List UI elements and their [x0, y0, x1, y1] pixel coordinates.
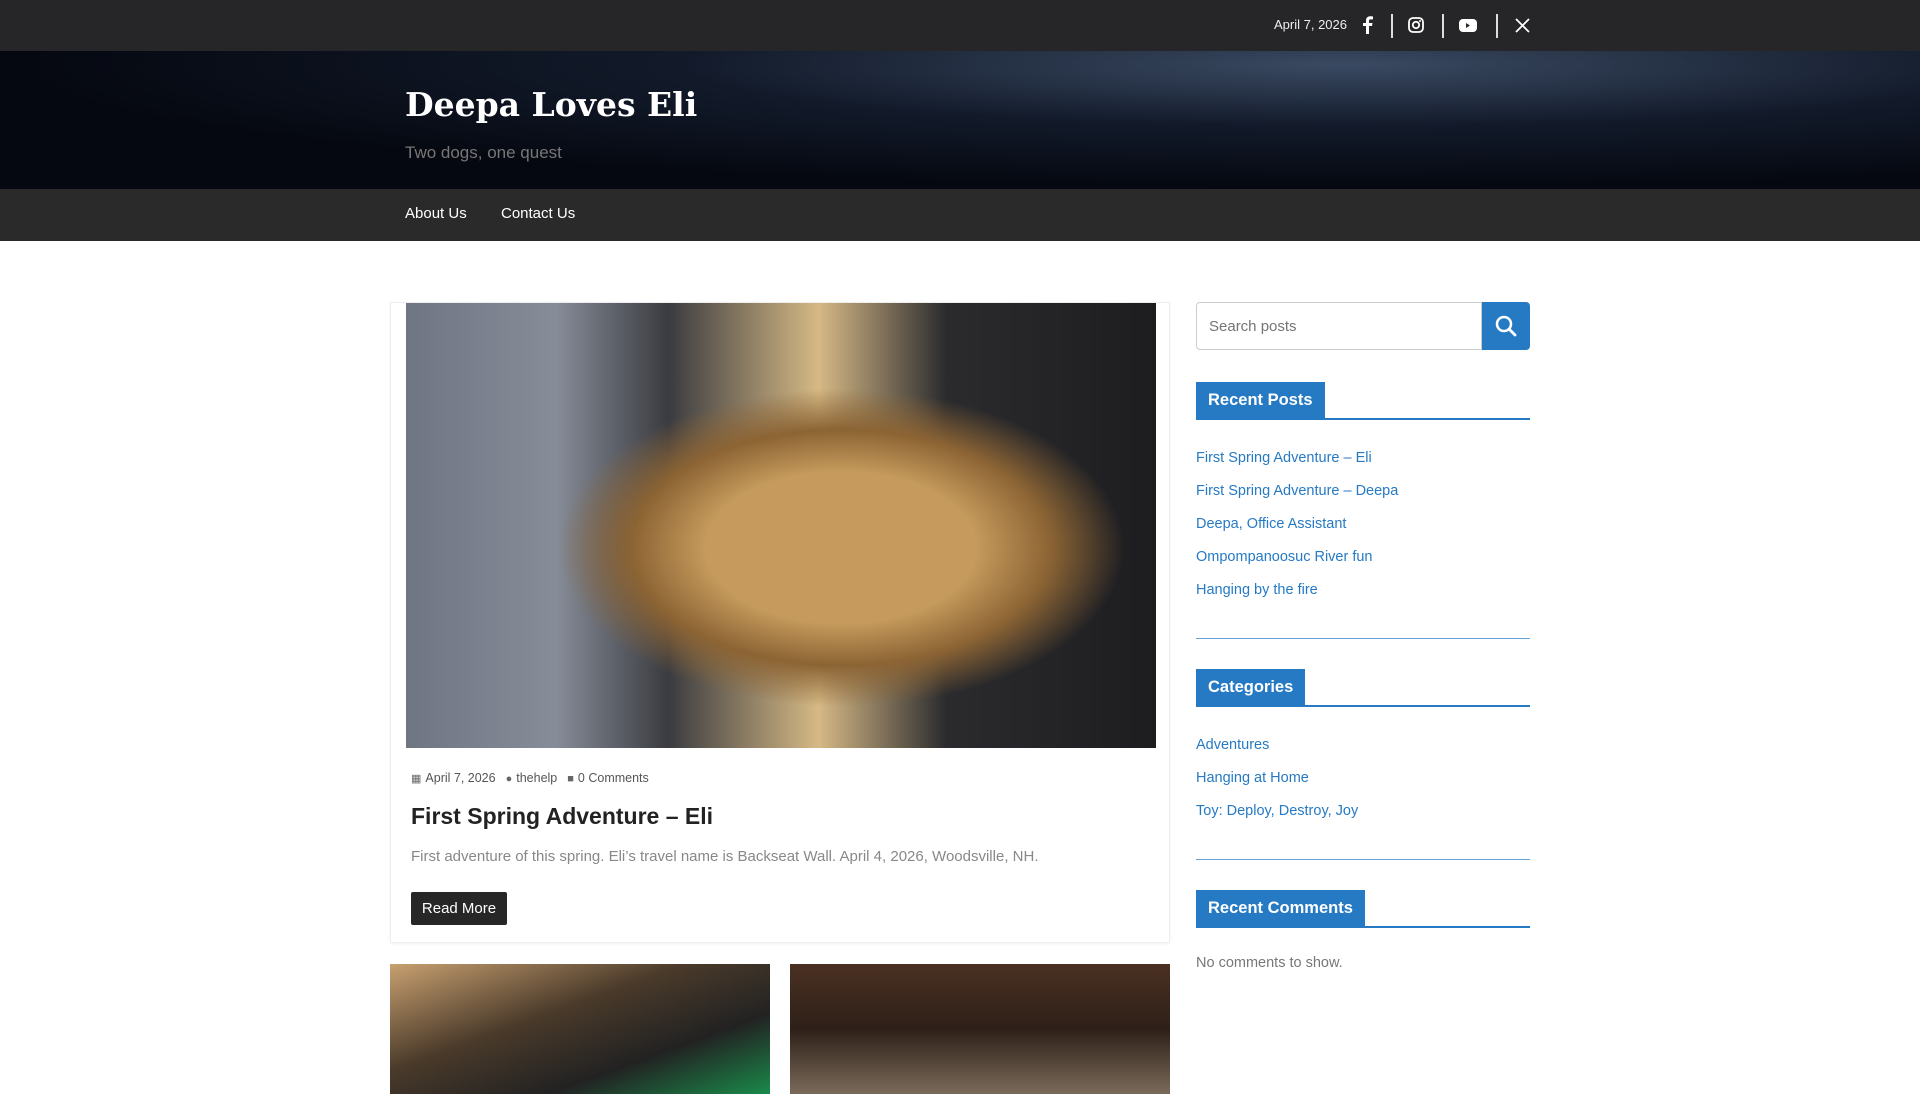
no-comments-text: No comments to show.: [1196, 955, 1343, 971]
widget-title: Recent Comments: [1196, 890, 1365, 926]
post-title[interactable]: First Spring Adventure – Eli: [411, 803, 713, 830]
post-meta: ▦ April 7, 2026 ● thehelp ■ 0 Comments: [411, 771, 649, 785]
post-author-link[interactable]: ● thehelp: [506, 771, 558, 785]
divider: [1442, 14, 1444, 38]
divider: [1496, 14, 1498, 38]
featured-post-card: ▦ April 7, 2026 ● thehelp ■ 0 Comments Firs…: [390, 302, 1170, 943]
post-date: April 7, 2026: [425, 771, 496, 785]
top-bar: April 7, 2026: [0, 0, 1920, 51]
instagram-icon[interactable]: [1405, 14, 1427, 36]
nav-about-us[interactable]: About Us: [405, 205, 467, 222]
search-icon: [1495, 315, 1517, 337]
category-link[interactable]: Toy: Deploy, Destroy, Joy: [1196, 803, 1358, 819]
comment-icon: ■: [567, 773, 574, 785]
site-tagline: Two dogs, one quest: [405, 143, 562, 162]
divider: [1196, 859, 1530, 860]
search-button[interactable]: [1482, 302, 1530, 350]
widget-title: Categories: [1196, 669, 1306, 705]
read-more-button[interactable]: Read More: [411, 892, 507, 925]
x-icon[interactable]: [1511, 14, 1533, 36]
calendar-icon: ▦: [411, 773, 422, 785]
recent-post-link[interactable]: First Spring Adventure – Deepa: [1196, 483, 1398, 499]
category-link[interactable]: Hanging at Home: [1196, 770, 1309, 786]
recent-post-link[interactable]: First Spring Adventure – Eli: [1196, 450, 1372, 466]
nav-contact-us[interactable]: Contact Us: [501, 205, 575, 222]
categories-heading: Categories: [1196, 669, 1530, 707]
recent-post-link[interactable]: Deepa, Office Assistant: [1196, 516, 1346, 532]
recent-post-link[interactable]: Hanging by the fire: [1196, 582, 1318, 598]
post-featured-image[interactable]: [406, 303, 1156, 748]
post-comments: 0 Comments: [577, 771, 649, 785]
recent-comments-heading: Recent Comments: [1196, 890, 1530, 928]
recent-posts-heading: Recent Posts: [1196, 382, 1530, 420]
youtube-icon[interactable]: [1457, 14, 1479, 36]
header-date: April 7, 2026: [1274, 17, 1347, 32]
post-thumbnail[interactable]: [390, 964, 770, 1094]
post-excerpt: First adventure of this spring. Eli’s tr…: [411, 848, 1039, 865]
post-date-link[interactable]: ▦ April 7, 2026: [411, 771, 496, 785]
post-comments-link[interactable]: ■ 0 Comments: [567, 771, 649, 785]
site-title[interactable]: Deepa Loves Eli: [405, 85, 697, 124]
divider: [1391, 14, 1393, 38]
user-icon: ●: [505, 773, 513, 785]
recent-post-link[interactable]: Ompompanoosuc River fun: [1196, 549, 1373, 565]
widget-title: Recent Posts: [1196, 382, 1325, 418]
facebook-icon[interactable]: [1356, 14, 1378, 36]
post-author: thehelp: [516, 771, 558, 785]
search-input[interactable]: [1196, 302, 1482, 350]
main-nav: About Us Contact Us: [0, 189, 1920, 241]
site-header: Deepa Loves Eli Two dogs, one quest: [0, 51, 1920, 189]
post-thumbnail[interactable]: [790, 964, 1170, 1094]
divider: [1196, 638, 1530, 639]
category-link[interactable]: Adventures: [1196, 737, 1269, 753]
